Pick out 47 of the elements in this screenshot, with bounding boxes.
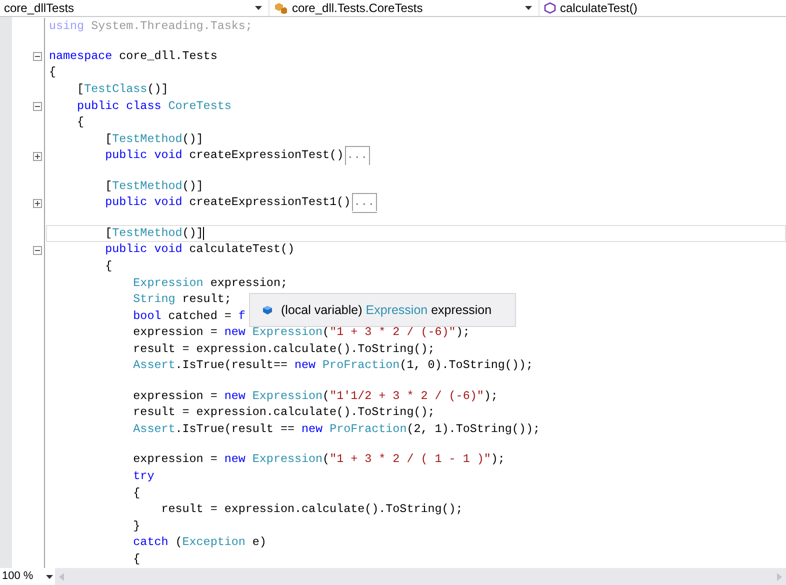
code-line: [TestMethod()] xyxy=(104,132,204,147)
class-icon xyxy=(274,2,288,14)
code-line: { xyxy=(49,66,56,81)
code-line: public void createExpressionTest() ... xyxy=(49,148,370,164)
code-line: bool catched = f xyxy=(132,309,246,324)
code-line: result = expression.calculate().ToString(); xyxy=(160,502,463,518)
code-line: String result; xyxy=(132,292,232,308)
code-line: Expression expression; xyxy=(132,276,288,291)
code-line: [TestMethod()] xyxy=(104,179,204,194)
dropdown-arrow-icon xyxy=(255,6,262,10)
collapsed-code-box[interactable]: ... xyxy=(352,193,377,213)
dropdown-arrow-icon xyxy=(525,6,532,10)
zoom-dropdown[interactable]: 100 % xyxy=(0,568,55,585)
variable-icon xyxy=(262,305,273,315)
navigation-dropdown[interactable]: calculateTest() xyxy=(540,0,786,16)
code-line: Assert.IsTrue(result == new ProFraction(2, 1).ToString()); xyxy=(132,422,540,438)
code-line: [TestClass()] xyxy=(76,82,168,98)
collapse-icon[interactable] xyxy=(33,102,42,111)
code-line: expression = new Expression("1 + 3 * 2 / ( 1 - 1 )"); xyxy=(132,452,505,468)
code-line: catch (Exception e) xyxy=(132,536,266,550)
expand-icon[interactable] xyxy=(33,152,42,161)
navigation-dropdown[interactable]: core_dllTests xyxy=(0,0,268,16)
code-line: try xyxy=(132,469,154,484)
code-line: public void calculateTest() xyxy=(104,242,294,258)
text-cursor xyxy=(203,226,204,240)
tooltip-text: (local variable) Expression expression xyxy=(281,302,492,319)
code-line: { xyxy=(104,259,112,274)
code-line: using System.Threading.Tasks; xyxy=(49,19,252,34)
dropdown-arrow-icon xyxy=(46,574,53,578)
code-line: { xyxy=(132,552,140,567)
collapsed-code-box[interactable]: ... xyxy=(344,146,370,166)
collapse-icon[interactable] xyxy=(33,246,42,255)
code-line: } xyxy=(132,519,140,534)
code-line: public void createExpressionTest1() ... xyxy=(49,196,377,210)
code-line: expression = new Expression("1'1/2 + 3 * 2 / (-6)"); xyxy=(132,389,498,404)
method-icon xyxy=(544,2,556,14)
expand-icon[interactable] xyxy=(33,198,42,208)
collapse-icon[interactable] xyxy=(33,52,42,62)
code-line: public class CoreTests xyxy=(76,99,232,114)
navigation-dropdown[interactable]: core_dll.Tests.CoreTests xyxy=(270,0,538,16)
code-line: { xyxy=(76,116,84,130)
code-line: { xyxy=(132,486,140,501)
code-line: namespace core_dll.Tests xyxy=(49,49,218,64)
code-line: [TestMethod()] xyxy=(104,226,204,241)
code-line: Assert.IsTrue(result== new ProFraction(1, 0).ToString()); xyxy=(132,358,533,374)
code-line: result = expression.calculate().ToString(); xyxy=(132,406,435,420)
code-line: result = expression.calculate().ToString(); xyxy=(132,342,435,357)
